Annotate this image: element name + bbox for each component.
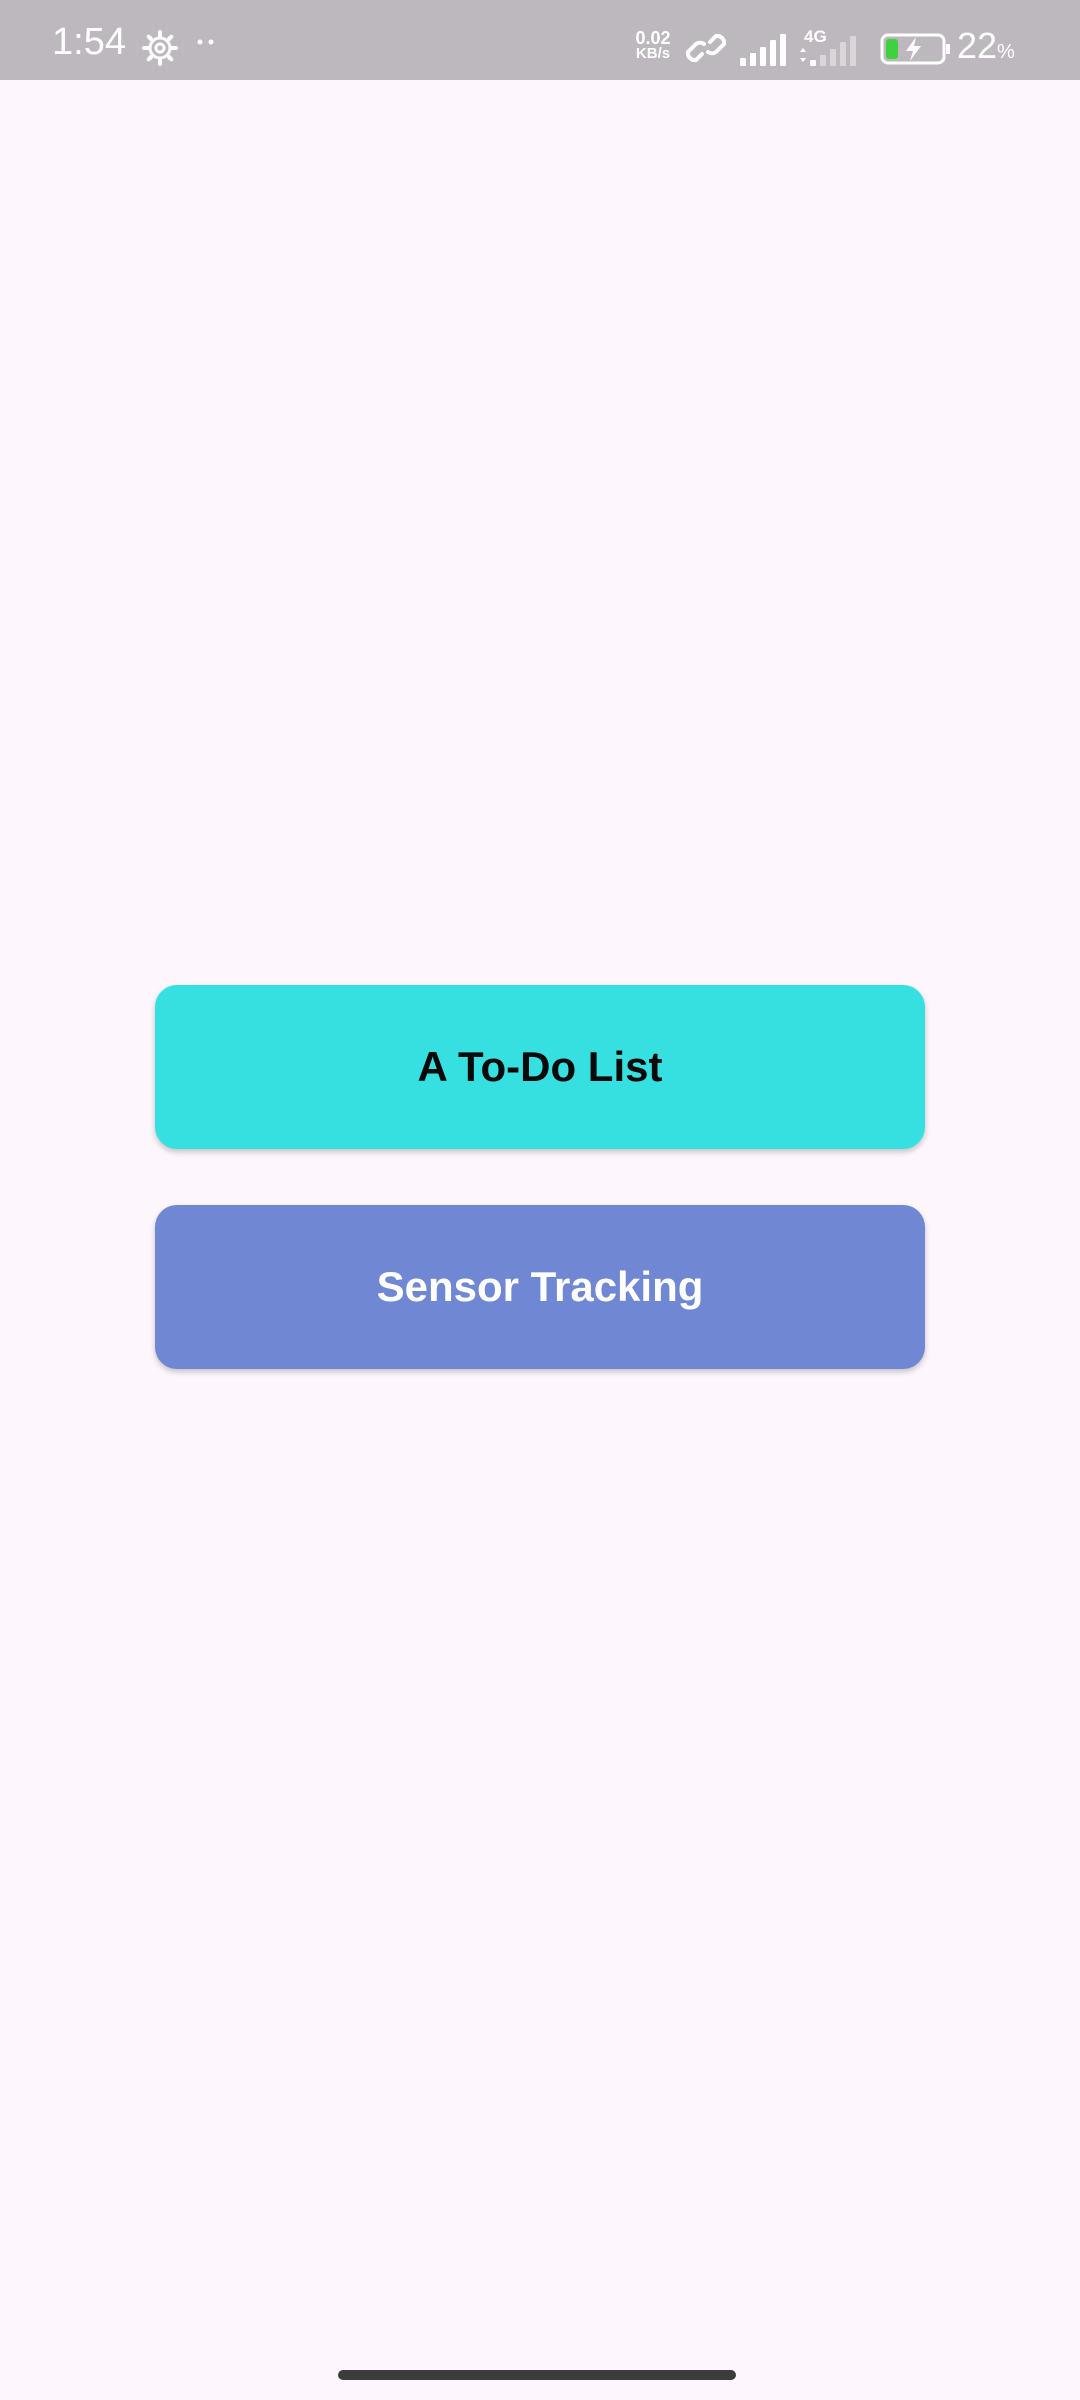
todo-list-button-label: A To-Do List (417, 1043, 663, 1090)
battery-unit: % (997, 41, 1015, 63)
network-speed: 0.02 KB/s (628, 28, 678, 62)
sensor-tracking-button-label: Sensor Tracking (376, 1263, 704, 1310)
network-speed-unit: KB/s (635, 45, 671, 62)
settings-gear-icon (142, 30, 178, 66)
todo-list-button[interactable]: A To-Do List (155, 985, 925, 1149)
status-bar: 1:54 0.02 KB/s 4G 22% (0, 0, 1080, 80)
signal-icon (740, 34, 786, 66)
network-speed-value: 0.02 (635, 28, 671, 48)
battery-percentage: 22% (957, 26, 1015, 72)
battery-level: 22 (957, 25, 998, 66)
link-icon (685, 33, 727, 63)
notification-dots-icon (197, 39, 214, 45)
sensor-tracking-button[interactable]: Sensor Tracking (155, 1205, 925, 1369)
battery-charging-icon (880, 33, 950, 65)
signal-4g-icon (800, 36, 856, 66)
status-time: 1:54 (52, 21, 126, 63)
gesture-nav-handle[interactable] (338, 2370, 736, 2380)
